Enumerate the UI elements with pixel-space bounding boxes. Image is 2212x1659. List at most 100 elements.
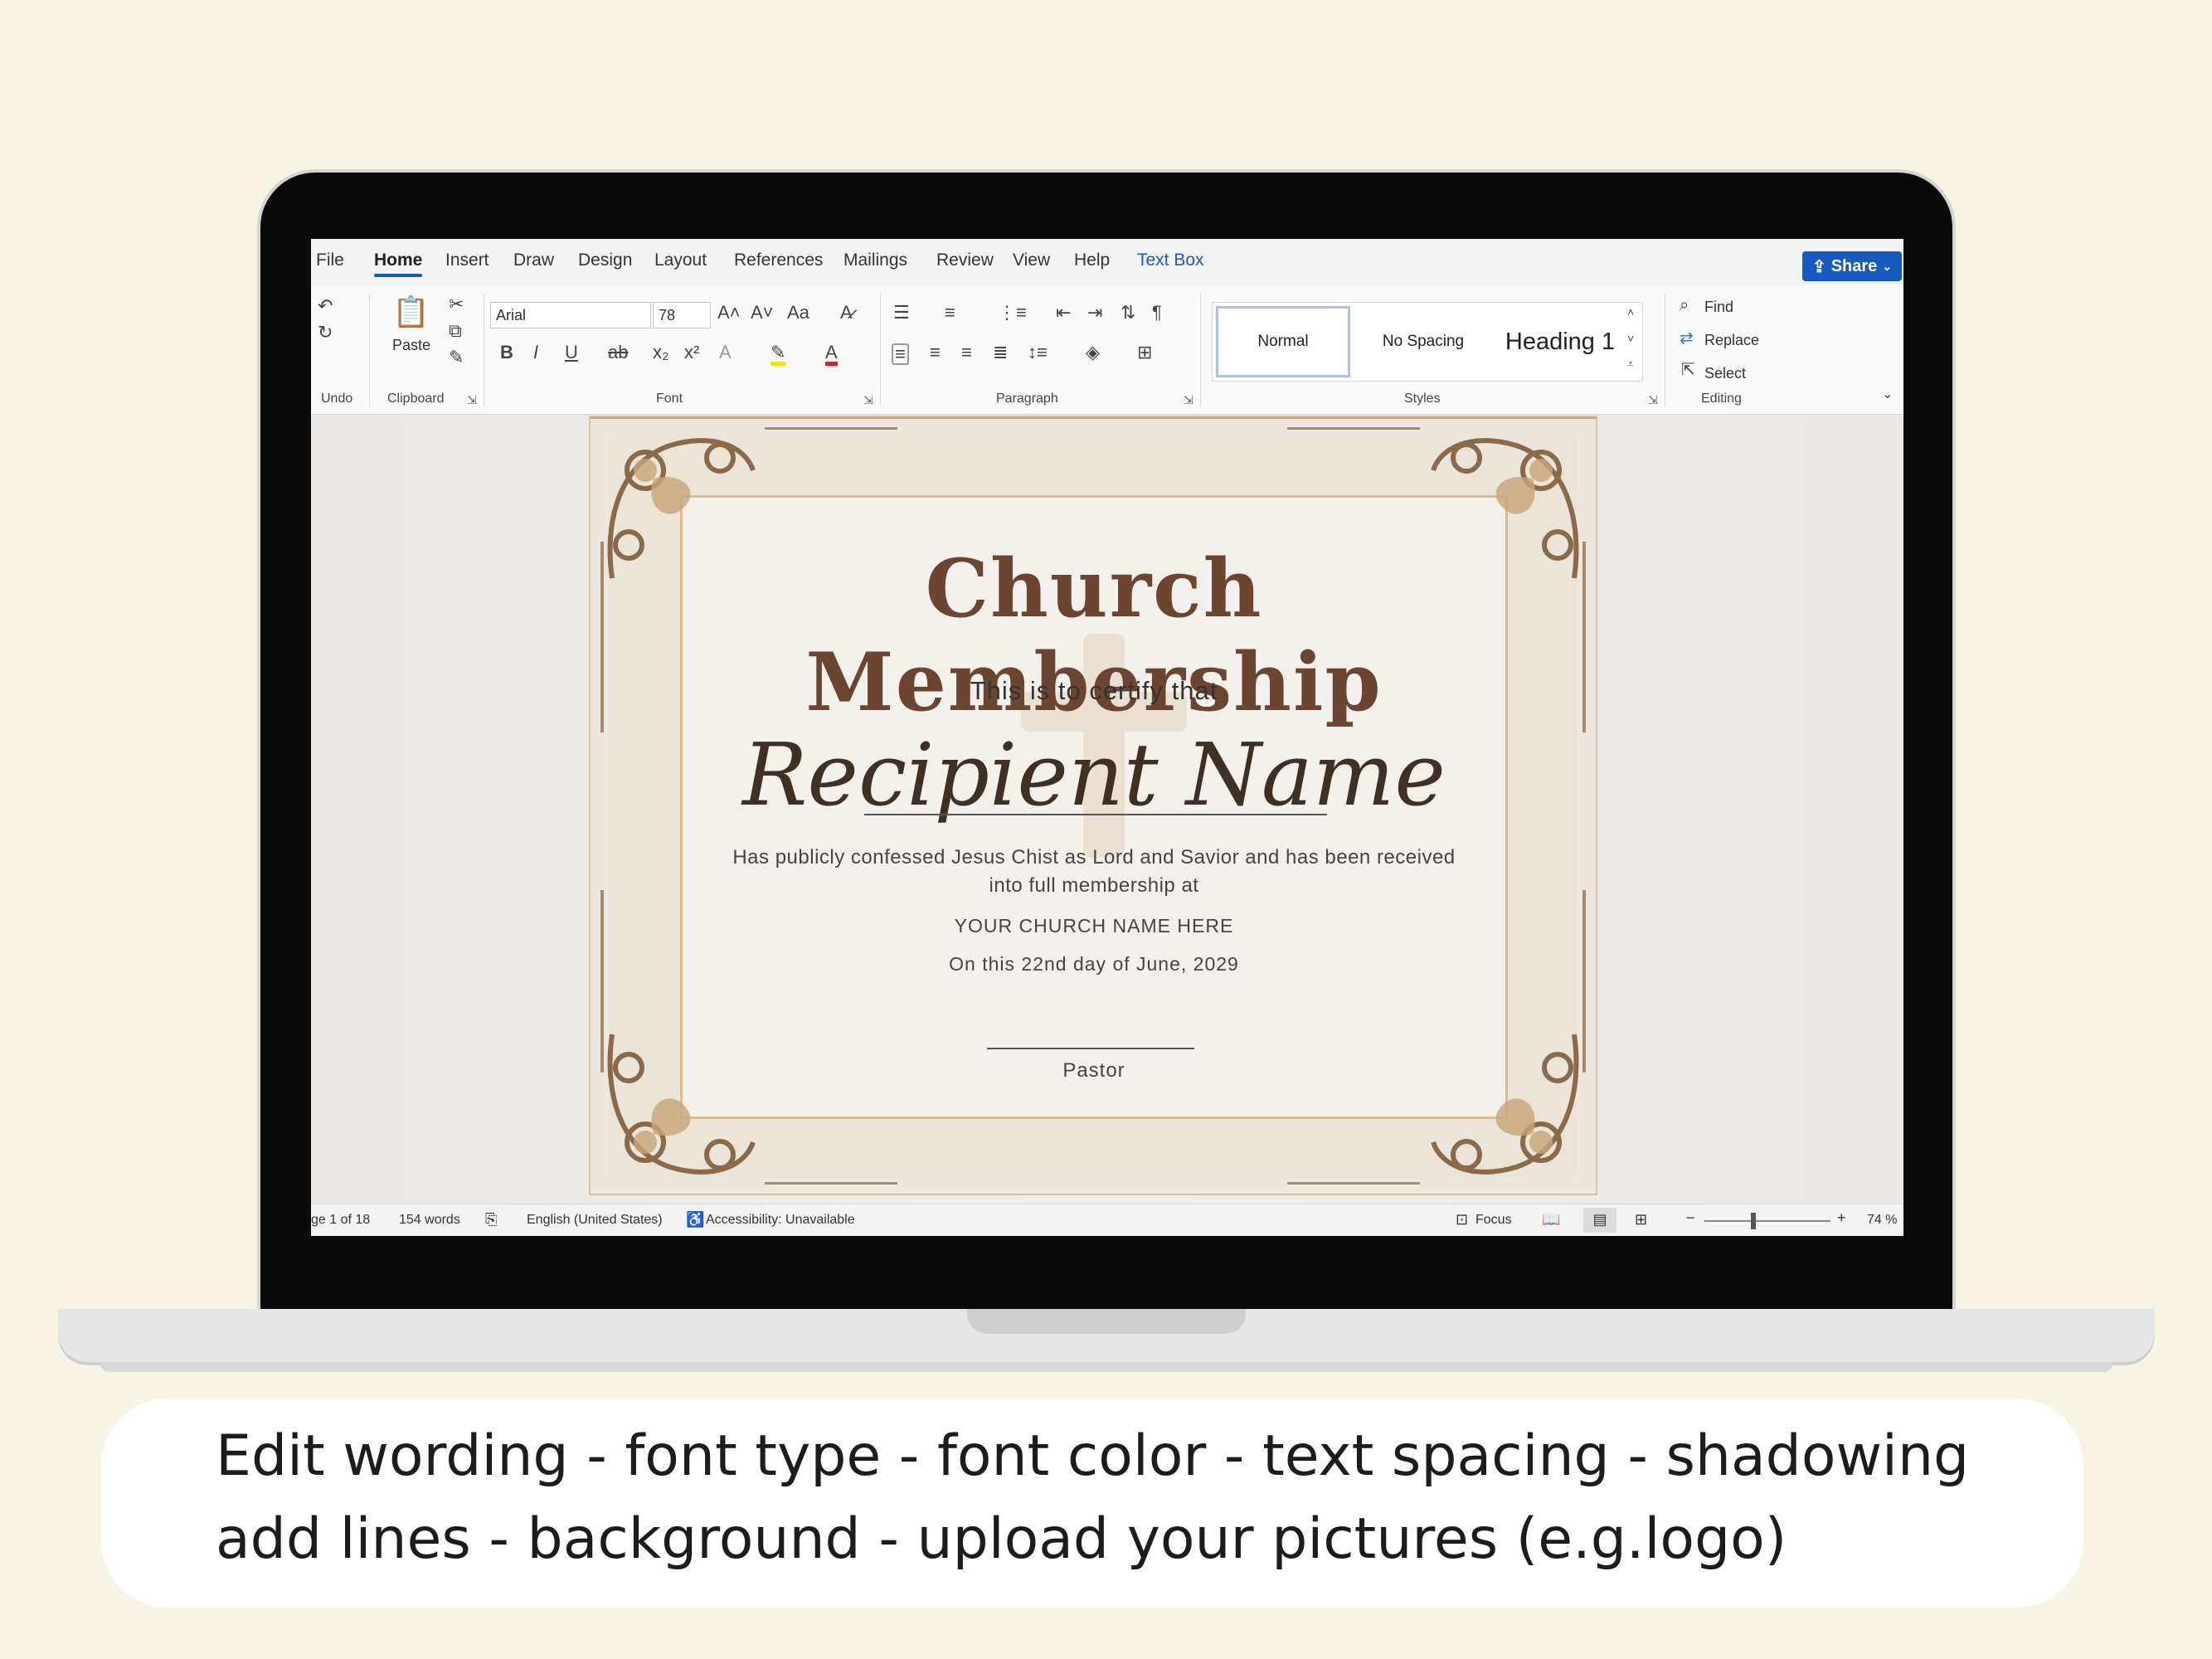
text-effects-icon[interactable]: A [719, 343, 732, 362]
replace-button[interactable]: Replace [1704, 332, 1759, 349]
group-label-editing: Editing [1701, 392, 1742, 406]
underline-icon[interactable]: U [565, 343, 578, 362]
line-spacing-icon[interactable]: ↕≡ [1028, 343, 1048, 362]
change-case-icon[interactable]: Aa [787, 304, 809, 322]
style-no-spacing[interactable]: No Spacing [1355, 306, 1491, 377]
certify-text[interactable]: This is to certify that [680, 676, 1508, 706]
zoom-level[interactable]: 74 % [1867, 1213, 1897, 1228]
print-layout-icon[interactable]: ▤ [1583, 1208, 1616, 1233]
focus-button[interactable]: Focus [1475, 1213, 1512, 1228]
tab-help[interactable]: Help [1074, 251, 1110, 270]
redo-icon[interactable]: ↻ [318, 324, 333, 342]
format-painter-icon[interactable]: ✎ [449, 348, 464, 367]
language[interactable]: English (United States) [527, 1213, 663, 1228]
group-label-font: Font [656, 392, 683, 406]
document-area: Church Membership This is to certify tha… [311, 416, 1903, 1204]
align-left-icon[interactable]: ≡ [892, 343, 909, 365]
grow-font-icon[interactable]: A˄ [717, 304, 741, 322]
shading-icon[interactable]: ◈ [1086, 343, 1100, 362]
zoom-slider-thumb[interactable] [1751, 1213, 1756, 1229]
dialog-launcher-icon[interactable]: ⇲ [467, 393, 477, 407]
numbering-icon[interactable]: ≡ [945, 304, 955, 322]
ornament-corner-icon [596, 1018, 770, 1192]
paste-label[interactable]: Paste [392, 337, 430, 354]
find-button[interactable]: Find [1704, 299, 1733, 316]
church-name[interactable]: YOUR CHURCH NAME HERE [680, 915, 1508, 937]
chevron-down-icon[interactable]: ˅ [1627, 333, 1634, 344]
style-normal[interactable]: Normal [1216, 306, 1350, 377]
dialog-launcher-icon[interactable]: ⇲ [863, 393, 873, 407]
border-line [1287, 427, 1420, 430]
word-count[interactable]: 154 words [399, 1213, 460, 1228]
separator [369, 294, 370, 406]
tab-file[interactable]: File [316, 251, 344, 270]
read-mode-icon[interactable]: 📖 [1542, 1211, 1560, 1228]
copy-icon[interactable]: ⧉ [449, 322, 462, 340]
accessibility-status[interactable]: Accessibility: Unavailable [706, 1213, 855, 1228]
share-button[interactable]: ⇪ Share ⌄ [1802, 251, 1902, 281]
font-size-value: 78 [659, 307, 675, 324]
tab-review[interactable]: Review [936, 251, 994, 270]
strikethrough-icon[interactable]: ab [608, 343, 628, 362]
tab-design[interactable]: Design [578, 251, 632, 270]
border-line [1287, 1182, 1420, 1185]
group-label-undo: Undo [321, 392, 352, 406]
gallery-more-icon[interactable]: ⩡ [1627, 358, 1634, 369]
certificate-body[interactable]: Has publicly confessed Jesus Chist as Lo… [680, 844, 1508, 900]
align-right-icon[interactable]: ≡ [961, 343, 972, 362]
cut-icon[interactable]: ✂ [449, 295, 464, 314]
sort-icon[interactable]: ⇅ [1121, 304, 1135, 322]
tab-text-box[interactable]: Text Box [1137, 251, 1204, 270]
shrink-font-icon[interactable]: A˅ [751, 304, 774, 322]
page-count[interactable]: ge 1 of 18 [311, 1213, 370, 1228]
select-button[interactable]: Select [1704, 365, 1746, 382]
tab-home[interactable]: Home [374, 251, 422, 270]
proofing-icon[interactable]: ⎘ [485, 1211, 497, 1228]
caption-line-2: add lines - background - upload your pic… [216, 1506, 1787, 1572]
font-name-combo[interactable]: Arial [490, 302, 651, 328]
zoom-slider-track[interactable] [1704, 1220, 1830, 1222]
status-bar: ge 1 of 18 154 words ⎘ English (United S… [311, 1204, 1903, 1236]
multilevel-list-icon[interactable]: ⋮≡ [998, 304, 1027, 322]
body-line-1: Has publicly confessed Jesus Chist as Lo… [680, 844, 1508, 872]
tab-insert[interactable]: Insert [445, 251, 489, 270]
chevron-down-icon: ⌄ [1882, 260, 1892, 274]
zoom-out-icon[interactable]: − [1686, 1209, 1695, 1227]
tab-mailings[interactable]: Mailings [843, 251, 907, 270]
highlight-icon[interactable]: ✎ [771, 343, 785, 366]
paste-icon[interactable]: 📋 [392, 297, 430, 327]
laptop-notch [967, 1309, 1246, 1334]
align-center-icon[interactable]: ≡ [930, 343, 941, 362]
chevron-up-icon[interactable]: ˄ [1627, 306, 1634, 318]
italic-icon[interactable]: I [533, 343, 538, 362]
bullets-icon[interactable]: ☰ [893, 304, 910, 322]
undo-icon[interactable]: ↶ [318, 297, 333, 315]
tab-draw[interactable]: Draw [513, 251, 554, 270]
collapse-ribbon-icon[interactable]: ⌄ [1882, 388, 1893, 401]
ribbon: ↶ ↻ Undo 📋 Paste ✂ ⧉ ✎ Clipboard ⇲ Arial… [311, 285, 1903, 415]
decrease-indent-icon[interactable]: ⇤ [1056, 304, 1071, 322]
justify-icon[interactable]: ≣ [993, 343, 1008, 362]
bold-icon[interactable]: B [500, 343, 513, 362]
zoom-in-icon[interactable]: + [1837, 1209, 1846, 1227]
tab-references[interactable]: References [734, 251, 823, 270]
certificate-date[interactable]: On this 22nd day of June, 2029 [680, 953, 1508, 975]
tab-layout[interactable]: Layout [654, 251, 707, 270]
recipient-name[interactable]: Recipient Name [680, 724, 1508, 825]
certificate-page[interactable]: Church Membership This is to certify tha… [589, 416, 1597, 1195]
superscript-icon[interactable]: x² [684, 343, 699, 362]
font-size-combo[interactable]: 78 [653, 302, 711, 328]
separator [880, 294, 881, 406]
style-heading-1[interactable]: Heading 1 [1495, 306, 1626, 377]
dialog-launcher-icon[interactable]: ⇲ [1648, 393, 1658, 407]
pastor-label[interactable]: Pastor [680, 1059, 1508, 1082]
web-layout-icon[interactable]: ⊞ [1635, 1211, 1647, 1228]
dialog-launcher-icon[interactable]: ⇲ [1184, 393, 1194, 407]
increase-indent-icon[interactable]: ⇥ [1087, 304, 1102, 322]
tab-view[interactable]: View [1013, 251, 1050, 270]
paragraph-mark-icon[interactable]: ¶ [1152, 304, 1162, 322]
subscript-icon[interactable]: x₂ [653, 343, 669, 362]
font-color-icon[interactable]: A [825, 343, 838, 366]
clear-formatting-icon[interactable]: A̷ [840, 304, 853, 322]
borders-icon[interactable]: ⊞ [1137, 343, 1152, 362]
